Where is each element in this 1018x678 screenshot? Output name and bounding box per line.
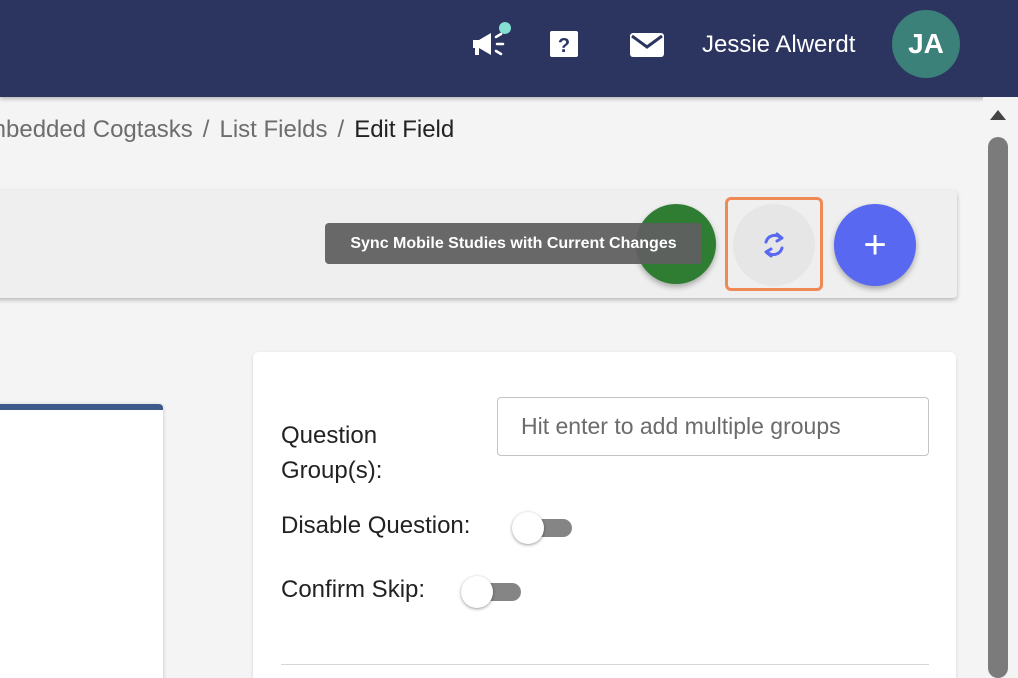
confirm-skip-toggle[interactable]: [461, 576, 521, 608]
scrollbar-thumb[interactable]: [988, 137, 1008, 678]
breadcrumb-item-current: Edit Field: [354, 116, 455, 143]
top-navbar: ? Jessie Alwerdt JA: [0, 0, 1018, 97]
scroll-up-arrow-icon[interactable]: [990, 110, 1006, 120]
sync-tooltip: Sync Mobile Studies with Current Changes: [325, 223, 702, 264]
notification-dot: [499, 22, 511, 34]
question-groups-input[interactable]: [497, 397, 929, 456]
breadcrumb-separator: /: [337, 116, 345, 143]
left-panel: [0, 404, 163, 678]
avatar[interactable]: JA: [892, 10, 960, 78]
section-divider: [281, 664, 929, 665]
svg-text:?: ?: [558, 35, 570, 57]
breadcrumb: mbedded Cogtasks / List Fields / Edit Field: [0, 116, 454, 144]
megaphone-icon[interactable]: [462, 22, 512, 66]
sync-button[interactable]: [733, 204, 815, 286]
disable-question-toggle[interactable]: [512, 512, 572, 544]
disable-question-label: Disable Question:: [281, 512, 471, 539]
sync-icon: [764, 232, 784, 258]
confirm-skip-label: Confirm Skip:: [281, 576, 426, 603]
add-button[interactable]: +: [834, 204, 916, 286]
question-groups-label: Question Group(s):: [281, 422, 383, 484]
breadcrumb-item-cogtasks[interactable]: mbedded Cogtasks: [0, 116, 193, 143]
toggle-knob: [512, 512, 544, 544]
mail-icon[interactable]: [629, 32, 665, 58]
toggle-knob: [461, 576, 493, 608]
breadcrumb-separator: /: [202, 116, 210, 143]
user-name[interactable]: Jessie Alwerdt: [702, 31, 855, 59]
breadcrumb-item-list-fields[interactable]: List Fields: [219, 116, 327, 143]
help-icon[interactable]: ?: [549, 30, 579, 58]
